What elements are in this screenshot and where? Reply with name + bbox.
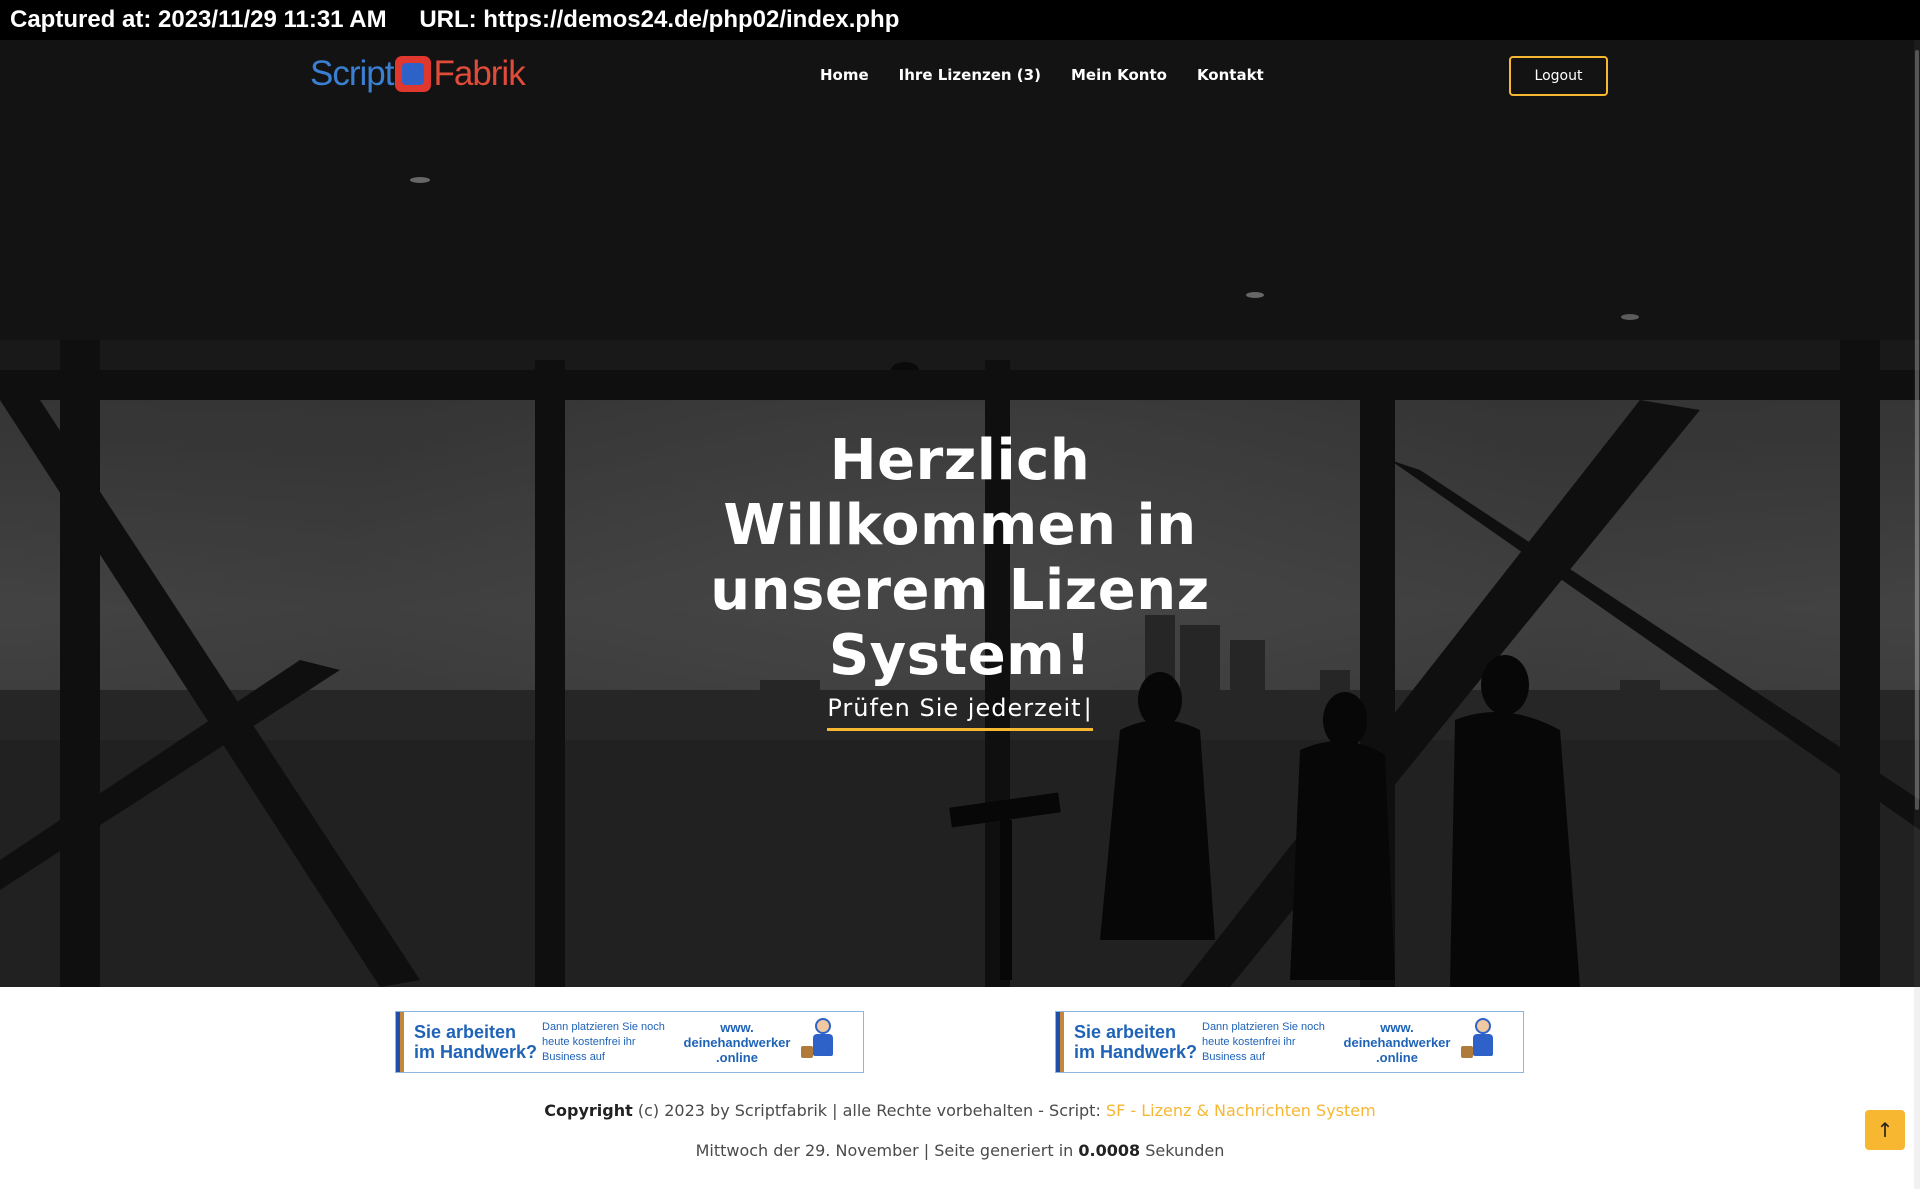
ad-banner-left[interactable]: Sie arbeiten im Handwerk? Dann platziere… [395, 1011, 864, 1073]
seconds-label: Sekunden [1140, 1141, 1225, 1160]
date-text: Mittwoch der 29. November | Seite generi… [695, 1141, 1079, 1160]
logo-script-text: Script [310, 54, 394, 93]
generation-time: 0.0008 [1078, 1141, 1141, 1160]
scroll-to-top-button[interactable]: ↑ [1865, 1110, 1905, 1150]
hero-section: Script Fabrik Home Ihre Lizenzen (3) Mei… [0, 40, 1920, 987]
craftsman-figure-icon [1457, 1016, 1509, 1068]
hero-typing-text: Prüfen Sie jederzeit| [827, 694, 1093, 731]
capture-url: URL: https://demos24.de/php02/index.php [419, 6, 900, 33]
footer-generation-info: Mittwoch der 29. November | Seite generi… [0, 1140, 1920, 1162]
banner-url: www. deinehandwerker .online [1343, 1019, 1451, 1065]
scrollbar-track [1914, 987, 1920, 1189]
arrow-up-icon: ↑ [1876, 1118, 1894, 1142]
nav-ihre-lizenzen[interactable]: Ihre Lizenzen (3) [899, 66, 1041, 84]
banner-headline: Sie arbeiten im Handwerk? [414, 1022, 538, 1062]
page-scrollbar[interactable] [1914, 40, 1920, 987]
banner-subtext: Dann platzieren Sie noch heute kostenfre… [542, 1020, 665, 1063]
banner-subtext: Dann platzieren Sie noch heute kostenfre… [1202, 1020, 1325, 1063]
logo-mark-icon [395, 56, 432, 92]
ad-banner-right[interactable]: Sie arbeiten im Handwerk? Dann platziere… [1055, 1011, 1524, 1073]
typing-caret: | [1083, 694, 1093, 722]
ad-banners: Sie arbeiten im Handwerk? Dann platziere… [0, 1011, 1920, 1073]
banner-stripe [1056, 1012, 1064, 1072]
copyright-label: Copyright [544, 1101, 633, 1120]
site-logo[interactable]: Script Fabrik [310, 54, 526, 94]
navbar: Script Fabrik Home Ihre Lizenzen (3) Mei… [0, 40, 1920, 112]
script-link[interactable]: SF - Lizenz & Nachrichten System [1106, 1101, 1376, 1120]
hero-content: Herzlich Willkommen in unserem Lizenz Sy… [560, 428, 1360, 731]
page-footer: Copyright (c) 2023 by Scriptfabrik | all… [0, 1100, 1920, 1162]
main-navigation: Home Ihre Lizenzen (3) Mein Konto Kontak… [820, 66, 1264, 84]
banner-stripe [396, 1012, 404, 1072]
footer-copyright: Copyright (c) 2023 by Scriptfabrik | all… [0, 1100, 1920, 1122]
hero-typing-label: Prüfen Sie jederzeit [827, 694, 1082, 722]
capture-info-bar: Captured at: 2023/11/29 11:31 AM URL: ht… [0, 0, 1920, 40]
logout-button[interactable]: Logout [1509, 56, 1608, 96]
nav-mein-konto[interactable]: Mein Konto [1071, 66, 1167, 84]
logo-fabrik-text: Fabrik [433, 54, 525, 93]
page: Script Fabrik Home Ihre Lizenzen (3) Mei… [0, 40, 1920, 1189]
banner-url: www. deinehandwerker .online [683, 1019, 791, 1065]
nav-home[interactable]: Home [820, 66, 869, 84]
scrollbar-thumb[interactable] [1915, 50, 1919, 810]
banner-headline: Sie arbeiten im Handwerk? [1074, 1022, 1198, 1062]
nav-kontakt[interactable]: Kontakt [1197, 66, 1264, 84]
capture-timestamp: Captured at: 2023/11/29 11:31 AM [10, 6, 387, 33]
craftsman-figure-icon [797, 1016, 849, 1068]
hero-title: Herzlich Willkommen in unserem Lizenz Sy… [710, 428, 1210, 688]
copyright-text: (c) 2023 by Scriptfabrik | alle Rechte v… [632, 1101, 1106, 1120]
